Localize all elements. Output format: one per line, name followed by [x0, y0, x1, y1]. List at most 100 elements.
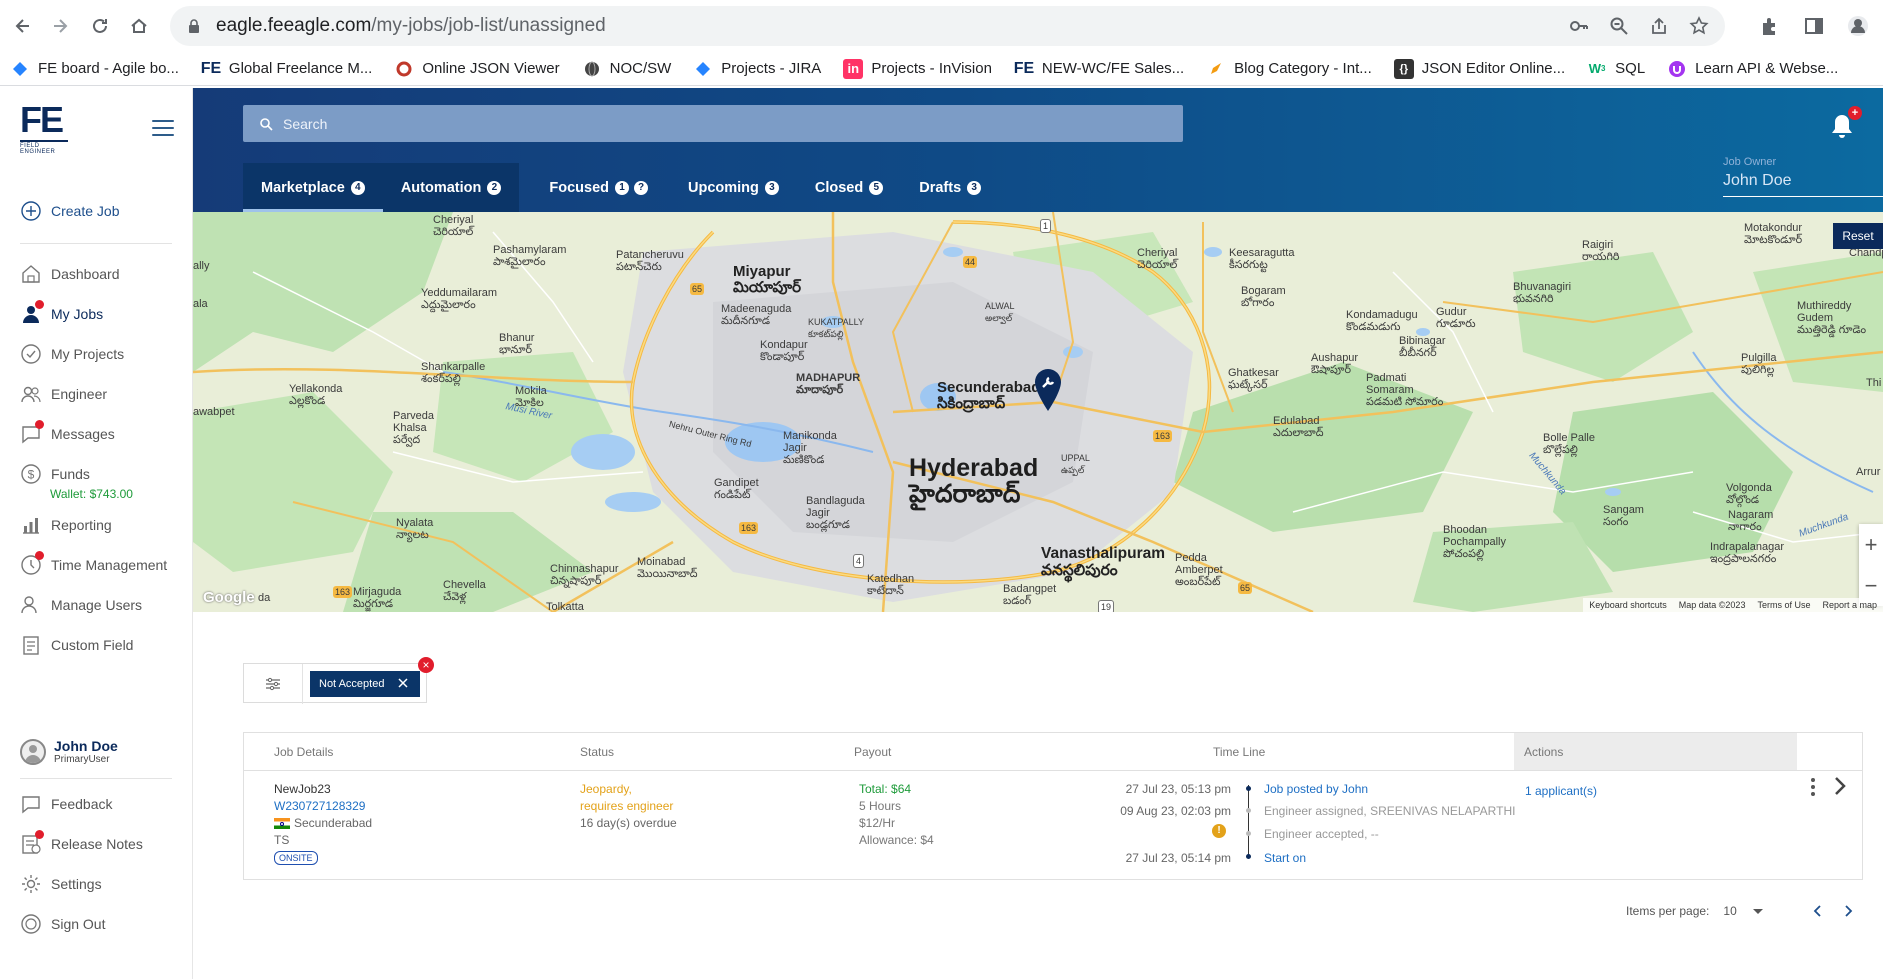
bookmark-global-freelance[interactable]: FE Global Freelance M... [201, 59, 373, 79]
map-label-kukatpally: KUKATPALLY కూకట్‌పల్లి [808, 317, 865, 339]
map-label-secunderabad: Secunderabad సికింద్రాబాద్ [937, 379, 1041, 412]
sidebar-item-sign-out[interactable]: Sign Out [20, 913, 105, 935]
filter-chip-not-accepted[interactable]: Not Accepted [310, 671, 420, 697]
bookmark-invision[interactable]: in Projects - InVision [843, 58, 992, 79]
bookmark-fe-board[interactable]: FE board - Agile bo... [10, 59, 179, 79]
forward-icon[interactable] [43, 9, 77, 43]
job-id-link[interactable]: W230727128329 [274, 798, 372, 815]
bookmark-json-editor[interactable]: {} JSON Editor Online... [1393, 58, 1565, 79]
hamburger-menu-icon[interactable] [152, 120, 174, 136]
bookmark-json-viewer[interactable]: Online JSON Viewer [394, 59, 560, 79]
star-icon[interactable] [1689, 16, 1709, 36]
tab-drafts[interactable]: Drafts 3 [901, 163, 999, 212]
chevron-right-icon[interactable] [1830, 771, 1850, 801]
sidepanel-icon[interactable] [1803, 15, 1825, 37]
help-icon[interactable]: ? [634, 180, 648, 195]
notification-dot [35, 420, 44, 429]
svg-text:$: $ [28, 468, 35, 482]
jobs-map[interactable]: 65 44 1 163 163 163 4 65 19 Miyapur మియాప… [193, 212, 1883, 612]
status-jeopardy: Jeopardy, [580, 782, 632, 796]
google-logo: Google [203, 589, 255, 606]
sidebar-item-engineer[interactable]: Engineer [20, 383, 107, 405]
sidebar-item-settings[interactable]: Settings [20, 873, 102, 895]
tab-upcoming[interactable]: Upcoming 3 [670, 163, 797, 212]
sidebar-item-custom-field[interactable]: Custom Field [20, 634, 133, 656]
sidebar-item-dashboard[interactable]: Dashboard [20, 263, 120, 285]
tab-automation[interactable]: Automation 2 [382, 163, 520, 212]
more-vertical-icon[interactable] [1809, 777, 1817, 797]
road-shield: 163 [739, 522, 759, 534]
tab-closed[interactable]: Closed 5 [797, 163, 901, 212]
user-manage-icon [21, 596, 37, 614]
profile-icon[interactable] [1847, 15, 1869, 37]
sidebar-item-funds[interactable]: $ Funds [20, 463, 90, 485]
tab-focused[interactable]: Focused 1? [531, 163, 666, 212]
road-shield: 1 [1040, 219, 1052, 233]
bookmarks-bar: FE board - Agile bo... FE Global Freelanc… [0, 52, 1883, 86]
user-profile[interactable]: John Doe PrimaryUser [20, 738, 118, 765]
map-pin-icon[interactable] [1033, 368, 1063, 412]
reload-icon[interactable] [83, 9, 117, 43]
address-bar[interactable]: eagle.feeagle.com/my-jobs/job-list/unass… [170, 6, 1725, 46]
bookmark-blog-category[interactable]: Blog Category - Int... [1206, 59, 1372, 79]
job-name: NewJob23 [274, 782, 331, 796]
table-header: Job Details Status Payout Time Line Acti… [244, 733, 1862, 771]
caret-down-icon[interactable] [1752, 908, 1763, 914]
extensions-icon[interactable] [1759, 15, 1781, 37]
filter-sliders-icon[interactable] [264, 675, 282, 693]
zoom-icon[interactable] [1609, 16, 1629, 36]
bookmark-jira[interactable]: Projects - JIRA [693, 59, 821, 79]
map-label-yellakonda: Yellakonda ఎల్లకొండ [289, 383, 343, 407]
fe-logo[interactable]: FE FIELD ENGINEER [20, 102, 68, 155]
map-label-raigiri: Raigiri రాయగిరి [1582, 239, 1620, 263]
chevron-left-icon[interactable] [1811, 904, 1825, 918]
share-icon[interactable] [1649, 16, 1669, 36]
map-label-ally: ally [193, 260, 210, 272]
report-map-link[interactable]: Report a map [1822, 600, 1877, 610]
applicants-link[interactable]: 1 applicant(s) [1525, 783, 1597, 800]
chevron-right-icon[interactable] [1841, 904, 1855, 918]
diamond-blue-icon [10, 59, 30, 79]
bookmark-sql[interactable]: W 3 SQL [1587, 59, 1645, 79]
bookmark-noc-sw[interactable]: NOC/SW [582, 59, 671, 79]
map-label-chinnashapur: Chinnashapur చిన్నషాపూర్ [550, 563, 619, 587]
sidebar-item-feedback[interactable]: Feedback [20, 793, 112, 815]
header-timeline: Time Line [1213, 745, 1266, 759]
clear-filters-button[interactable]: × [418, 657, 434, 673]
sidebar-item-manage-users[interactable]: Manage Users [20, 594, 142, 616]
url-text: eagle.feeagle.com/my-jobs/job-list/unass… [216, 15, 606, 36]
job-owner-select[interactable]: Job Owner John Doe [1723, 156, 1883, 197]
dollar-circle-icon: $ [21, 464, 41, 484]
search-input[interactable] [283, 115, 1115, 132]
key-icon[interactable] [1569, 16, 1589, 36]
sidebar-item-reporting[interactable]: Reporting [20, 514, 112, 536]
map-label-madeenaguda: Madeenaguda మదీనగూడ [721, 303, 792, 327]
zoom-in-icon[interactable]: + [1859, 524, 1883, 565]
users-icon [21, 386, 41, 403]
onsite-badge: ONSITE [274, 851, 318, 865]
job-owner-value[interactable]: John Doe [1723, 172, 1883, 197]
map-background [193, 212, 1883, 612]
map-reset-button[interactable]: Reset [1833, 223, 1883, 249]
notification-badge: + [1848, 106, 1862, 120]
create-job-button[interactable]: Create Job [20, 200, 119, 222]
bookmark-learn-api[interactable]: Learn API & Webse... [1667, 59, 1838, 79]
road-shield: 163 [333, 586, 353, 598]
road-shield: 65 [1238, 582, 1253, 594]
tab-marketplace[interactable]: Marketplace 4 [243, 163, 383, 212]
terms-link[interactable]: Terms of Use [1757, 600, 1810, 610]
search-bar[interactable] [243, 105, 1183, 142]
close-icon[interactable] [396, 676, 410, 690]
map-label-shankarpalle: Shankarpalle శంకర్‌పల్లి [421, 361, 486, 385]
bookmark-new-wc[interactable]: FE NEW-WC/FE Sales... [1014, 59, 1184, 79]
sidebar-item-my-projects[interactable]: My Projects [20, 343, 124, 365]
map-label-parveda: Parveda Khalsa పర్వేద [393, 410, 434, 446]
sidebar-item-my-jobs[interactable]: My Jobs [20, 303, 103, 325]
sidebar-item-messages[interactable]: Messages [20, 423, 115, 445]
map-label-tolkatta: Tolkatta [546, 601, 584, 612]
home-icon[interactable] [122, 9, 156, 43]
keyboard-shortcuts-link[interactable]: Keyboard shortcuts [1589, 600, 1667, 610]
back-icon[interactable] [6, 9, 40, 43]
items-per-page-select[interactable]: 10 [1723, 904, 1736, 918]
user-name: John Doe [54, 738, 118, 754]
